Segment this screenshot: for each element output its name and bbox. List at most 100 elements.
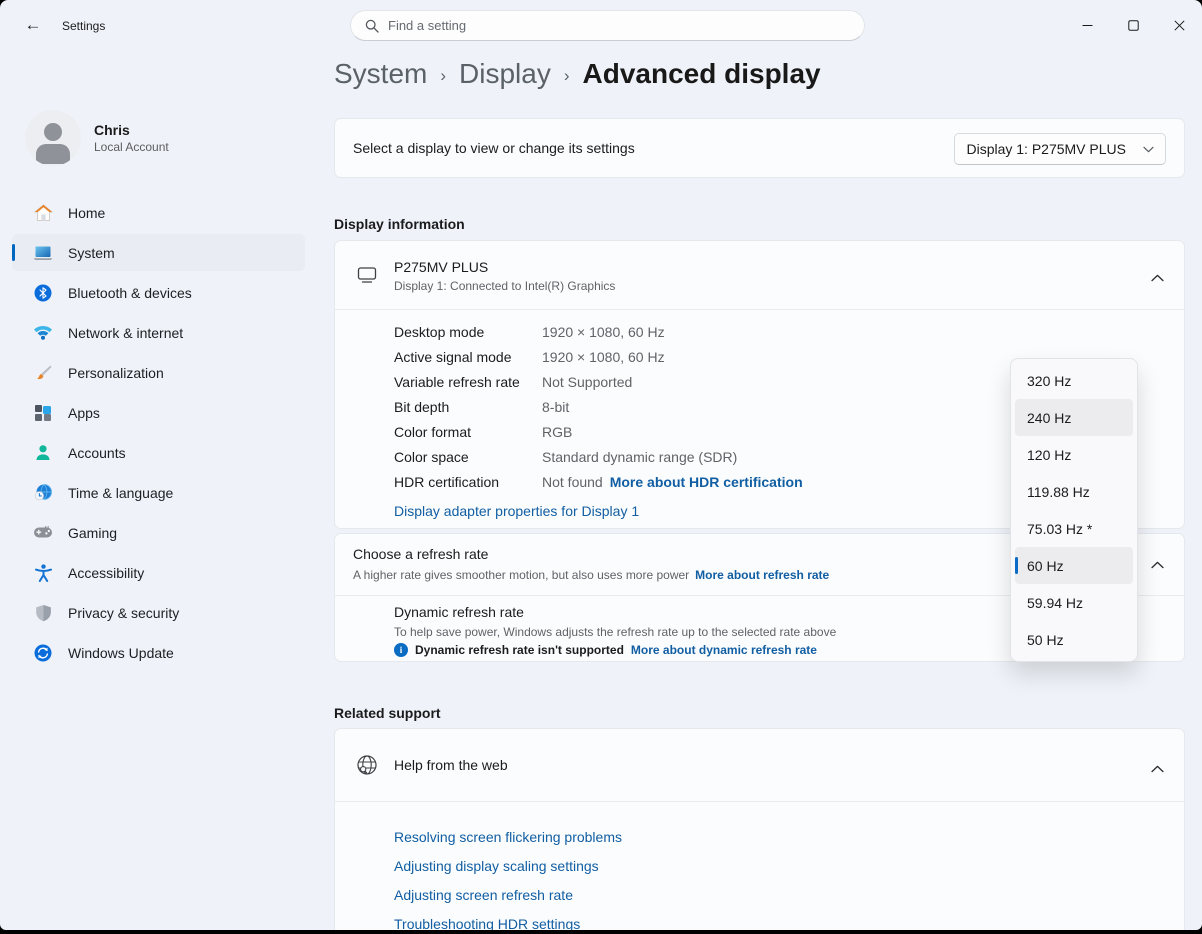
sidebar-item-gaming[interactable]: Gaming bbox=[12, 514, 305, 551]
network-icon bbox=[33, 323, 53, 343]
refresh-option-59-94hz[interactable]: 59.94 Hz bbox=[1015, 584, 1133, 621]
more-about-dynamic-refresh-rate-link[interactable]: More about dynamic refresh rate bbox=[631, 643, 817, 657]
sidebar-item-accounts[interactable]: Accounts bbox=[12, 434, 305, 471]
home-icon bbox=[33, 203, 53, 223]
dynamic-refresh-rate-title: Dynamic refresh rate bbox=[394, 604, 524, 620]
sidebar-nav: Home System Bluetooth & devices Network … bbox=[12, 194, 305, 674]
refresh-option-60hz[interactable]: 60 Hz bbox=[1015, 547, 1133, 584]
title-bar: ← Settings bbox=[0, 0, 1202, 50]
refresh-rate-title: Choose a refresh rate bbox=[353, 546, 488, 562]
search-box[interactable] bbox=[350, 10, 865, 41]
bluetooth-icon bbox=[33, 283, 53, 303]
sidebar-item-label: Personalization bbox=[68, 365, 164, 381]
sidebar-item-label: Accounts bbox=[68, 445, 126, 461]
sidebar-item-label: Network & internet bbox=[68, 325, 183, 341]
user-name: Chris bbox=[94, 122, 169, 138]
sidebar-item-system[interactable]: System bbox=[12, 234, 305, 271]
globe-search-icon bbox=[356, 754, 378, 781]
accounts-icon bbox=[33, 443, 53, 463]
system-icon bbox=[33, 243, 53, 263]
display-adapter-properties-link[interactable]: Display adapter properties for Display 1 bbox=[394, 503, 639, 519]
search-input[interactable] bbox=[388, 18, 808, 33]
sidebar-item-label: Time & language bbox=[68, 485, 173, 501]
sidebar-item-personalization[interactable]: Personalization bbox=[12, 354, 305, 391]
sidebar-item-time-language[interactable]: Time & language bbox=[12, 474, 305, 511]
sidebar-item-label: Privacy & security bbox=[68, 605, 179, 621]
info-row-desktop-mode: Desktop mode 1920 × 1080, 60 Hz bbox=[394, 319, 1184, 344]
sidebar-item-privacy-security[interactable]: Privacy & security bbox=[12, 594, 305, 631]
refresh-option-240hz[interactable]: 240 Hz bbox=[1015, 399, 1133, 436]
app-title: Settings bbox=[62, 19, 105, 33]
privacy-shield-icon bbox=[33, 603, 53, 623]
chevron-up-icon[interactable] bbox=[1151, 269, 1164, 287]
info-icon: i bbox=[394, 643, 408, 657]
refresh-option-75-03hz[interactable]: 75.03 Hz * bbox=[1015, 510, 1133, 547]
account-block: Chris Local Account bbox=[25, 110, 169, 166]
breadcrumb-display[interactable]: Display bbox=[459, 58, 551, 90]
more-about-refresh-rate-link[interactable]: More about refresh rate bbox=[695, 568, 829, 582]
chevron-up-icon[interactable] bbox=[1151, 556, 1164, 574]
help-link-hdr-settings[interactable]: Troubleshooting HDR settings bbox=[394, 916, 580, 931]
display-name: P275MV PLUS bbox=[394, 259, 488, 275]
help-link-screen-refresh-rate[interactable]: Adjusting screen refresh rate bbox=[394, 887, 573, 903]
maximize-button[interactable] bbox=[1110, 0, 1156, 50]
settings-window: ← Settings Chris Local Ac bbox=[0, 0, 1202, 930]
breadcrumb-separator: › bbox=[564, 62, 570, 86]
page-title: Advanced display bbox=[583, 58, 821, 90]
dynamic-refresh-rate-status: i Dynamic refresh rate isn't supported M… bbox=[394, 643, 817, 657]
refresh-option-120hz[interactable]: 120 Hz bbox=[1015, 436, 1133, 473]
sidebar-item-bluetooth-devices[interactable]: Bluetooth & devices bbox=[12, 274, 305, 311]
sidebar-item-label: System bbox=[68, 245, 115, 261]
sidebar-item-label: Accessibility bbox=[68, 565, 144, 581]
sidebar-item-label: Apps bbox=[68, 405, 100, 421]
help-link-screen-flickering[interactable]: Resolving screen flickering problems bbox=[394, 829, 622, 845]
dynamic-refresh-rate-subtitle: To help save power, Windows adjusts the … bbox=[394, 625, 836, 639]
display-connection: Display 1: Connected to Intel(R) Graphic… bbox=[394, 279, 615, 293]
sidebar-item-label: Gaming bbox=[68, 525, 117, 541]
help-from-web-title: Help from the web bbox=[394, 757, 508, 773]
minimize-button[interactable] bbox=[1064, 0, 1110, 50]
sidebar-item-network-internet[interactable]: Network & internet bbox=[12, 314, 305, 351]
breadcrumb: System › Display › Advanced display bbox=[334, 58, 821, 90]
sidebar-item-windows-update[interactable]: Windows Update bbox=[12, 634, 305, 671]
windows-update-icon bbox=[33, 643, 53, 663]
accessibility-icon bbox=[33, 563, 53, 583]
back-arrow-icon: ← bbox=[25, 15, 42, 35]
display-selector-label: Select a display to view or change its s… bbox=[353, 140, 635, 156]
breadcrumb-separator: › bbox=[440, 62, 446, 86]
gaming-icon bbox=[33, 523, 53, 543]
display-selector-card: Select a display to view or change its s… bbox=[334, 118, 1185, 178]
user-account-type: Local Account bbox=[94, 140, 169, 154]
refresh-option-119-88hz[interactable]: 119.88 Hz bbox=[1015, 473, 1133, 510]
sidebar-item-label: Bluetooth & devices bbox=[68, 285, 192, 301]
help-expander-header[interactable]: Help from the web bbox=[335, 729, 1184, 801]
help-links: Resolving screen flickering problems Adj… bbox=[335, 802, 1184, 930]
back-button[interactable]: ← bbox=[18, 11, 48, 39]
personalization-icon bbox=[33, 363, 53, 383]
apps-icon bbox=[33, 403, 53, 423]
refresh-option-50hz[interactable]: 50 Hz bbox=[1015, 621, 1133, 658]
refresh-option-320hz[interactable]: 320 Hz bbox=[1015, 362, 1133, 399]
related-support-heading: Related support bbox=[334, 705, 441, 721]
close-button[interactable] bbox=[1156, 0, 1202, 50]
display-selector-dropdown[interactable]: Display 1: P275MV PLUS bbox=[954, 133, 1166, 165]
search-icon bbox=[365, 19, 379, 33]
avatar bbox=[25, 110, 81, 166]
sidebar-item-label: Windows Update bbox=[68, 645, 174, 661]
refresh-rate-flyout: 320 Hz 240 Hz 120 Hz 119.88 Hz 75.03 Hz … bbox=[1010, 358, 1138, 662]
chevron-down-icon bbox=[1143, 146, 1154, 153]
more-about-hdr-link[interactable]: More about HDR certification bbox=[610, 474, 803, 490]
display-selector-value: Display 1: P275MV PLUS bbox=[966, 141, 1126, 157]
window-controls bbox=[1064, 0, 1202, 50]
sidebar-item-label: Home bbox=[68, 205, 105, 221]
help-link-display-scaling[interactable]: Adjusting display scaling settings bbox=[394, 858, 599, 874]
chevron-up-icon[interactable] bbox=[1151, 760, 1164, 778]
refresh-rate-subtitle: A higher rate gives smoother motion, but… bbox=[353, 568, 829, 582]
help-from-web-card: Help from the web Resolving screen flick… bbox=[334, 728, 1185, 930]
sidebar-item-accessibility[interactable]: Accessibility bbox=[12, 554, 305, 591]
sidebar-item-home[interactable]: Home bbox=[12, 194, 305, 231]
sidebar-item-apps[interactable]: Apps bbox=[12, 394, 305, 431]
monitor-icon bbox=[356, 266, 378, 289]
breadcrumb-system[interactable]: System bbox=[334, 58, 427, 90]
display-info-expander-header[interactable]: P275MV PLUS Display 1: Connected to Inte… bbox=[335, 241, 1184, 309]
